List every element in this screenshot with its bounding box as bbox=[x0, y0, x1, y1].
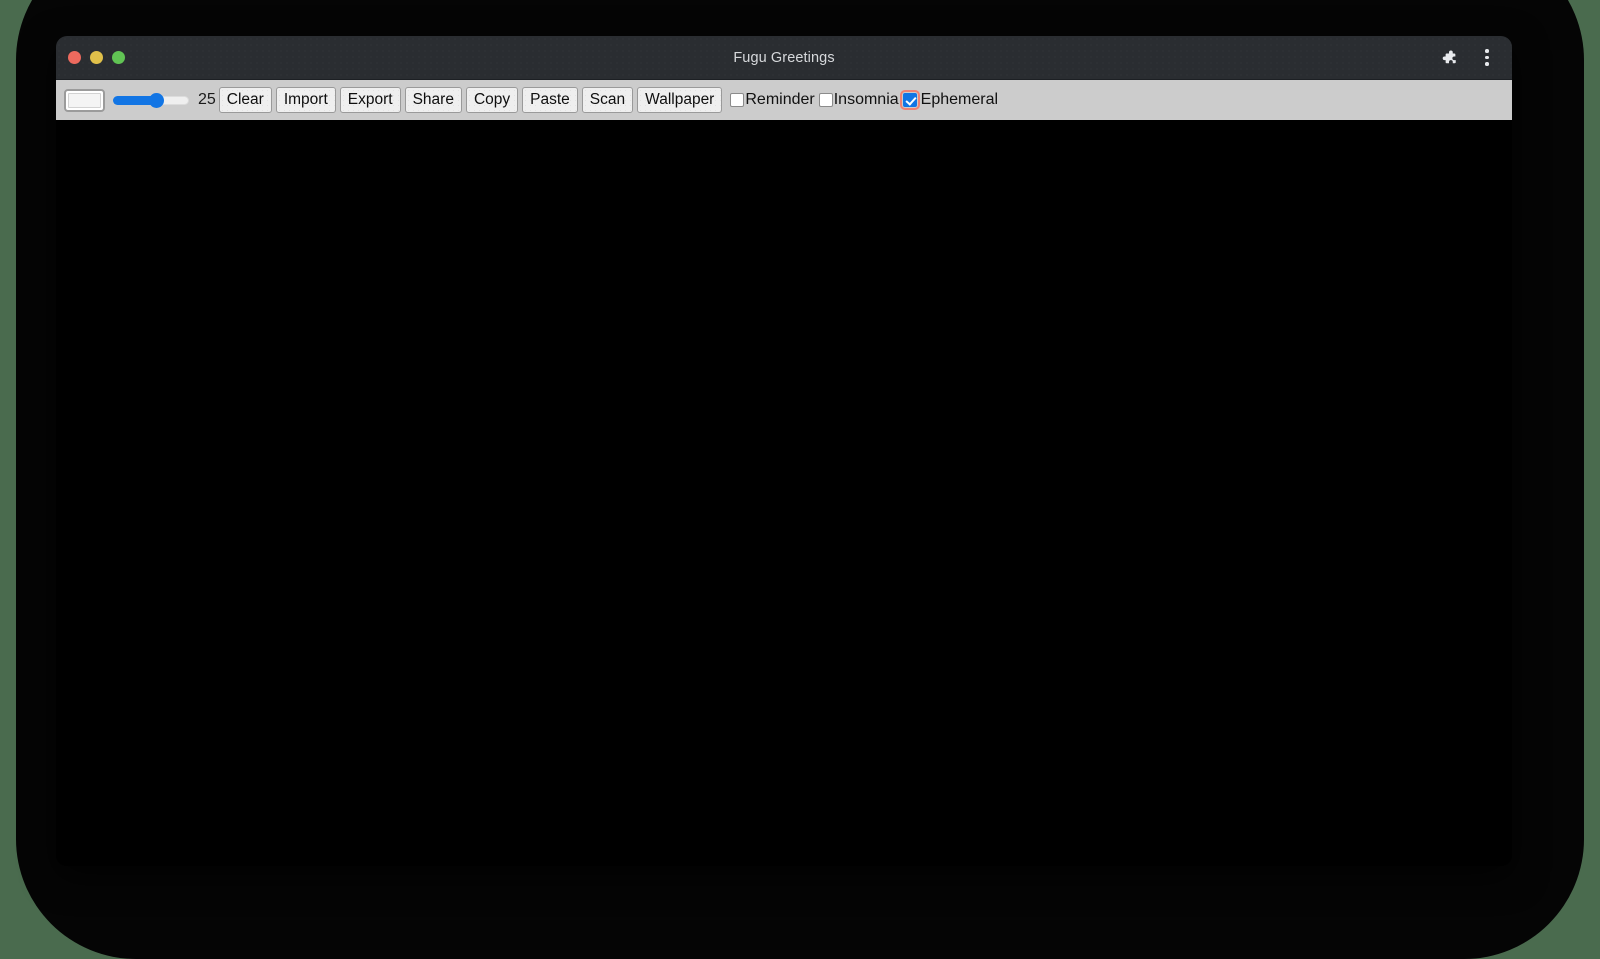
app-toolbar: 25 Clear Import Export Share Copy Paste … bbox=[56, 79, 1512, 120]
paste-button[interactable]: Paste bbox=[522, 86, 578, 114]
close-window-button[interactable] bbox=[68, 51, 81, 64]
desktop-background: Fugu Greetings 25 Clear Import Export Sh… bbox=[0, 0, 1600, 959]
extensions-icon[interactable] bbox=[1436, 45, 1462, 71]
window-title: Fugu Greetings bbox=[733, 49, 835, 66]
line-width-slider[interactable] bbox=[113, 90, 189, 110]
ephemeral-checkbox-box[interactable] bbox=[902, 93, 917, 107]
titlebar-actions bbox=[1436, 36, 1500, 79]
insomnia-checkbox-box[interactable] bbox=[818, 93, 833, 107]
copy-button[interactable]: Copy bbox=[465, 86, 519, 114]
wallpaper-button[interactable]: Wallpaper bbox=[637, 86, 723, 114]
browser-menu-icon[interactable] bbox=[1474, 45, 1500, 71]
slider-thumb[interactable] bbox=[149, 92, 165, 108]
slider-value-label: 25 bbox=[198, 91, 216, 108]
share-button[interactable]: Share bbox=[404, 86, 462, 114]
color-picker-swatch bbox=[68, 92, 101, 108]
traffic-light-group bbox=[68, 36, 125, 79]
minimize-window-button[interactable] bbox=[90, 51, 103, 64]
color-picker-input[interactable] bbox=[64, 88, 105, 112]
window-titlebar[interactable]: Fugu Greetings bbox=[56, 36, 1512, 79]
kebab-dots bbox=[1485, 49, 1489, 66]
browser-window: Fugu Greetings 25 Clear Import Export Sh… bbox=[56, 36, 1512, 866]
drawing-canvas[interactable] bbox=[56, 120, 1512, 866]
clear-button[interactable]: Clear bbox=[218, 86, 272, 114]
maximize-window-button[interactable] bbox=[112, 51, 125, 64]
import-button[interactable]: Import bbox=[275, 86, 336, 114]
reminder-checkbox-box[interactable] bbox=[730, 93, 745, 107]
insomnia-checkbox[interactable]: Insomnia bbox=[818, 91, 899, 109]
insomnia-checkbox-label: Insomnia bbox=[833, 91, 899, 108]
export-button[interactable]: Export bbox=[339, 86, 401, 114]
reminder-checkbox[interactable]: Reminder bbox=[730, 91, 815, 109]
ephemeral-checkbox[interactable]: Ephemeral bbox=[899, 90, 999, 110]
scan-button[interactable]: Scan bbox=[581, 86, 634, 114]
ephemeral-checkbox-label: Ephemeral bbox=[920, 91, 999, 108]
reminder-checkbox-label: Reminder bbox=[745, 91, 815, 108]
slider-fill bbox=[113, 95, 151, 105]
ephemeral-checkbox-focus-ring bbox=[899, 90, 920, 110]
